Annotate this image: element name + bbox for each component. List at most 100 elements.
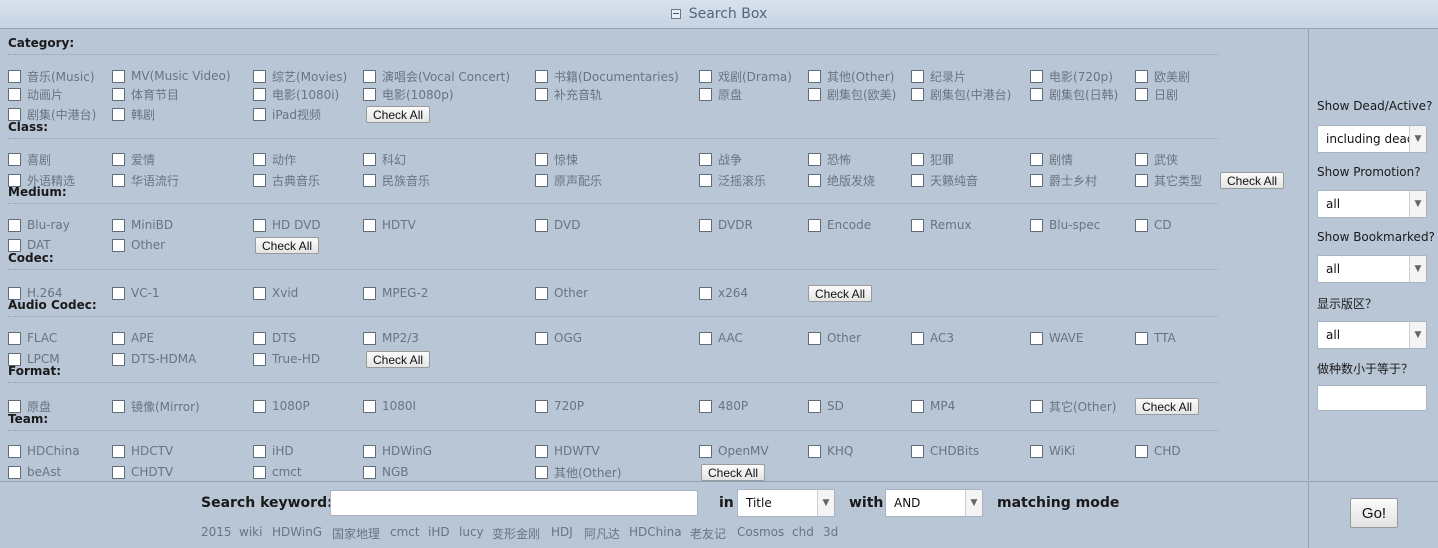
checkbox-box[interactable]	[112, 218, 125, 232]
checkbox-team[interactable]: 其他(Other)	[535, 464, 621, 480]
checkbox-box[interactable]	[253, 152, 266, 166]
checkbox-box[interactable]	[535, 399, 548, 413]
checkbox-box[interactable]	[363, 69, 376, 83]
checkbox-medium[interactable]: Blu-spec	[1030, 217, 1100, 233]
checkbox-box[interactable]	[911, 173, 924, 187]
checkbox-box[interactable]	[808, 87, 821, 101]
checkbox-box[interactable]	[363, 152, 376, 166]
hot-keyword-link[interactable]: iHD	[428, 525, 450, 539]
checkbox-box[interactable]	[808, 69, 821, 83]
go-button[interactable]: Go!	[1350, 498, 1398, 528]
checkbox-audio-codec[interactable]: AAC	[699, 330, 743, 346]
checkbox-box[interactable]	[535, 286, 548, 300]
checkbox-box[interactable]	[699, 173, 712, 187]
checkbox-class[interactable]: 惊悚	[535, 151, 578, 167]
checkbox-category[interactable]: 剧集包(中港台)	[911, 86, 1011, 102]
checkbox-audio-codec[interactable]: AC3	[911, 330, 954, 346]
checkbox-box[interactable]	[699, 444, 712, 458]
checkbox-medium[interactable]: DVDR	[699, 217, 753, 233]
checkbox-class[interactable]: 绝版发烧	[808, 172, 875, 188]
checkbox-box[interactable]	[363, 399, 376, 413]
checkbox-box[interactable]	[8, 238, 21, 252]
hot-keyword-link[interactable]: lucy	[459, 525, 484, 539]
checkbox-medium[interactable]: Other	[112, 237, 165, 253]
checkbox-box[interactable]	[363, 87, 376, 101]
checkbox-audio-codec[interactable]: WAVE	[1030, 330, 1083, 346]
checkbox-medium[interactable]: MiniBD	[112, 217, 173, 233]
checkbox-format[interactable]: MP4	[911, 398, 955, 414]
search-box-header[interactable]: Search Box	[0, 0, 1438, 29]
checkbox-box[interactable]	[253, 465, 266, 479]
hot-keyword-link[interactable]: 老友记	[690, 525, 726, 542]
checkbox-box[interactable]	[535, 69, 548, 83]
hot-keyword-link[interactable]: 阿凡达	[584, 525, 620, 542]
checkbox-box[interactable]	[535, 444, 548, 458]
checkbox-box[interactable]	[8, 107, 21, 121]
checkbox-audio-codec[interactable]: APE	[112, 330, 154, 346]
checkbox-team[interactable]: HDWTV	[535, 443, 600, 459]
checkbox-class[interactable]: 武侠	[1135, 151, 1178, 167]
checkbox-box[interactable]	[911, 399, 924, 413]
collapse-icon[interactable]	[670, 9, 681, 19]
checkbox-category[interactable]: 纪录片	[911, 68, 966, 84]
checkbox-format[interactable]: 480P	[699, 398, 748, 414]
checkbox-format[interactable]: SD	[808, 398, 844, 414]
hot-keyword-link[interactable]: wiki	[239, 525, 262, 539]
checkbox-box[interactable]	[8, 399, 21, 413]
checkbox-class[interactable]: 恐怖	[808, 151, 851, 167]
checkbox-category[interactable]: 综艺(Movies)	[253, 68, 347, 84]
search-input[interactable]	[330, 490, 698, 516]
checkbox-box[interactable]	[112, 444, 125, 458]
checkbox-audio-codec[interactable]: Other	[808, 330, 861, 346]
checkbox-class[interactable]: 动作	[253, 151, 296, 167]
checkbox-category[interactable]: MV(Music Video)	[112, 68, 231, 84]
checkbox-box[interactable]	[535, 87, 548, 101]
checkbox-box[interactable]	[363, 218, 376, 232]
checkbox-box[interactable]	[699, 69, 712, 83]
checkbox-box[interactable]	[253, 444, 266, 458]
checkbox-box[interactable]	[1030, 444, 1043, 458]
checkbox-box[interactable]	[1135, 331, 1148, 345]
checkbox-box[interactable]	[808, 399, 821, 413]
checkbox-category[interactable]: 剧集包(日韩)	[1030, 86, 1118, 102]
search-area-select[interactable]: Title ▼	[737, 489, 835, 517]
checkbox-audio-codec[interactable]: DTS-HDMA	[112, 351, 196, 367]
checkbox-category[interactable]: 补充音轨	[535, 86, 602, 102]
checkbox-box[interactable]	[8, 444, 21, 458]
checkbox-box[interactable]	[253, 87, 266, 101]
checkbox-box[interactable]	[535, 218, 548, 232]
checkbox-class[interactable]: 原声配乐	[535, 172, 602, 188]
checkbox-box[interactable]	[363, 444, 376, 458]
checkbox-box[interactable]	[1135, 69, 1148, 83]
checkbox-box[interactable]	[911, 218, 924, 232]
checkbox-team[interactable]: WiKi	[1030, 443, 1075, 459]
checkbox-box[interactable]	[363, 465, 376, 479]
checkbox-category[interactable]: 体育节目	[112, 86, 179, 102]
checkbox-box[interactable]	[1030, 173, 1043, 187]
checkbox-box[interactable]	[911, 331, 924, 345]
checkbox-box[interactable]	[363, 286, 376, 300]
checkbox-category[interactable]: 书籍(Documentaries)	[535, 68, 679, 84]
checkbox-category[interactable]: 剧集包(欧美)	[808, 86, 896, 102]
checkbox-box[interactable]	[699, 399, 712, 413]
checkbox-team[interactable]: HDCTV	[112, 443, 173, 459]
hot-keyword-link[interactable]: 2015	[201, 525, 232, 539]
checkbox-box[interactable]	[1030, 399, 1043, 413]
checkbox-category[interactable]: 欧美剧	[1135, 68, 1190, 84]
checkbox-codec[interactable]: x264	[699, 285, 748, 301]
checkbox-box[interactable]	[112, 152, 125, 166]
check-all-button[interactable]: Check All	[366, 351, 431, 368]
checkbox-box[interactable]	[112, 107, 125, 121]
checkbox-box[interactable]	[535, 173, 548, 187]
checkbox-medium[interactable]: DVD	[535, 217, 580, 233]
dead-active-select[interactable]: including dead ▼	[1317, 125, 1427, 153]
checkbox-codec[interactable]: MPEG-2	[363, 285, 428, 301]
checkbox-box[interactable]	[8, 331, 21, 345]
checkbox-category[interactable]: iPad视频	[253, 106, 321, 122]
checkbox-medium[interactable]: Remux	[911, 217, 972, 233]
checkbox-team[interactable]: HDChina	[8, 443, 80, 459]
checkbox-medium[interactable]: Encode	[808, 217, 871, 233]
checkbox-class[interactable]: 爵士乡村	[1030, 172, 1097, 188]
checkbox-category[interactable]: 音乐(Music)	[8, 68, 95, 84]
checkbox-category[interactable]: 戏剧(Drama)	[699, 68, 792, 84]
